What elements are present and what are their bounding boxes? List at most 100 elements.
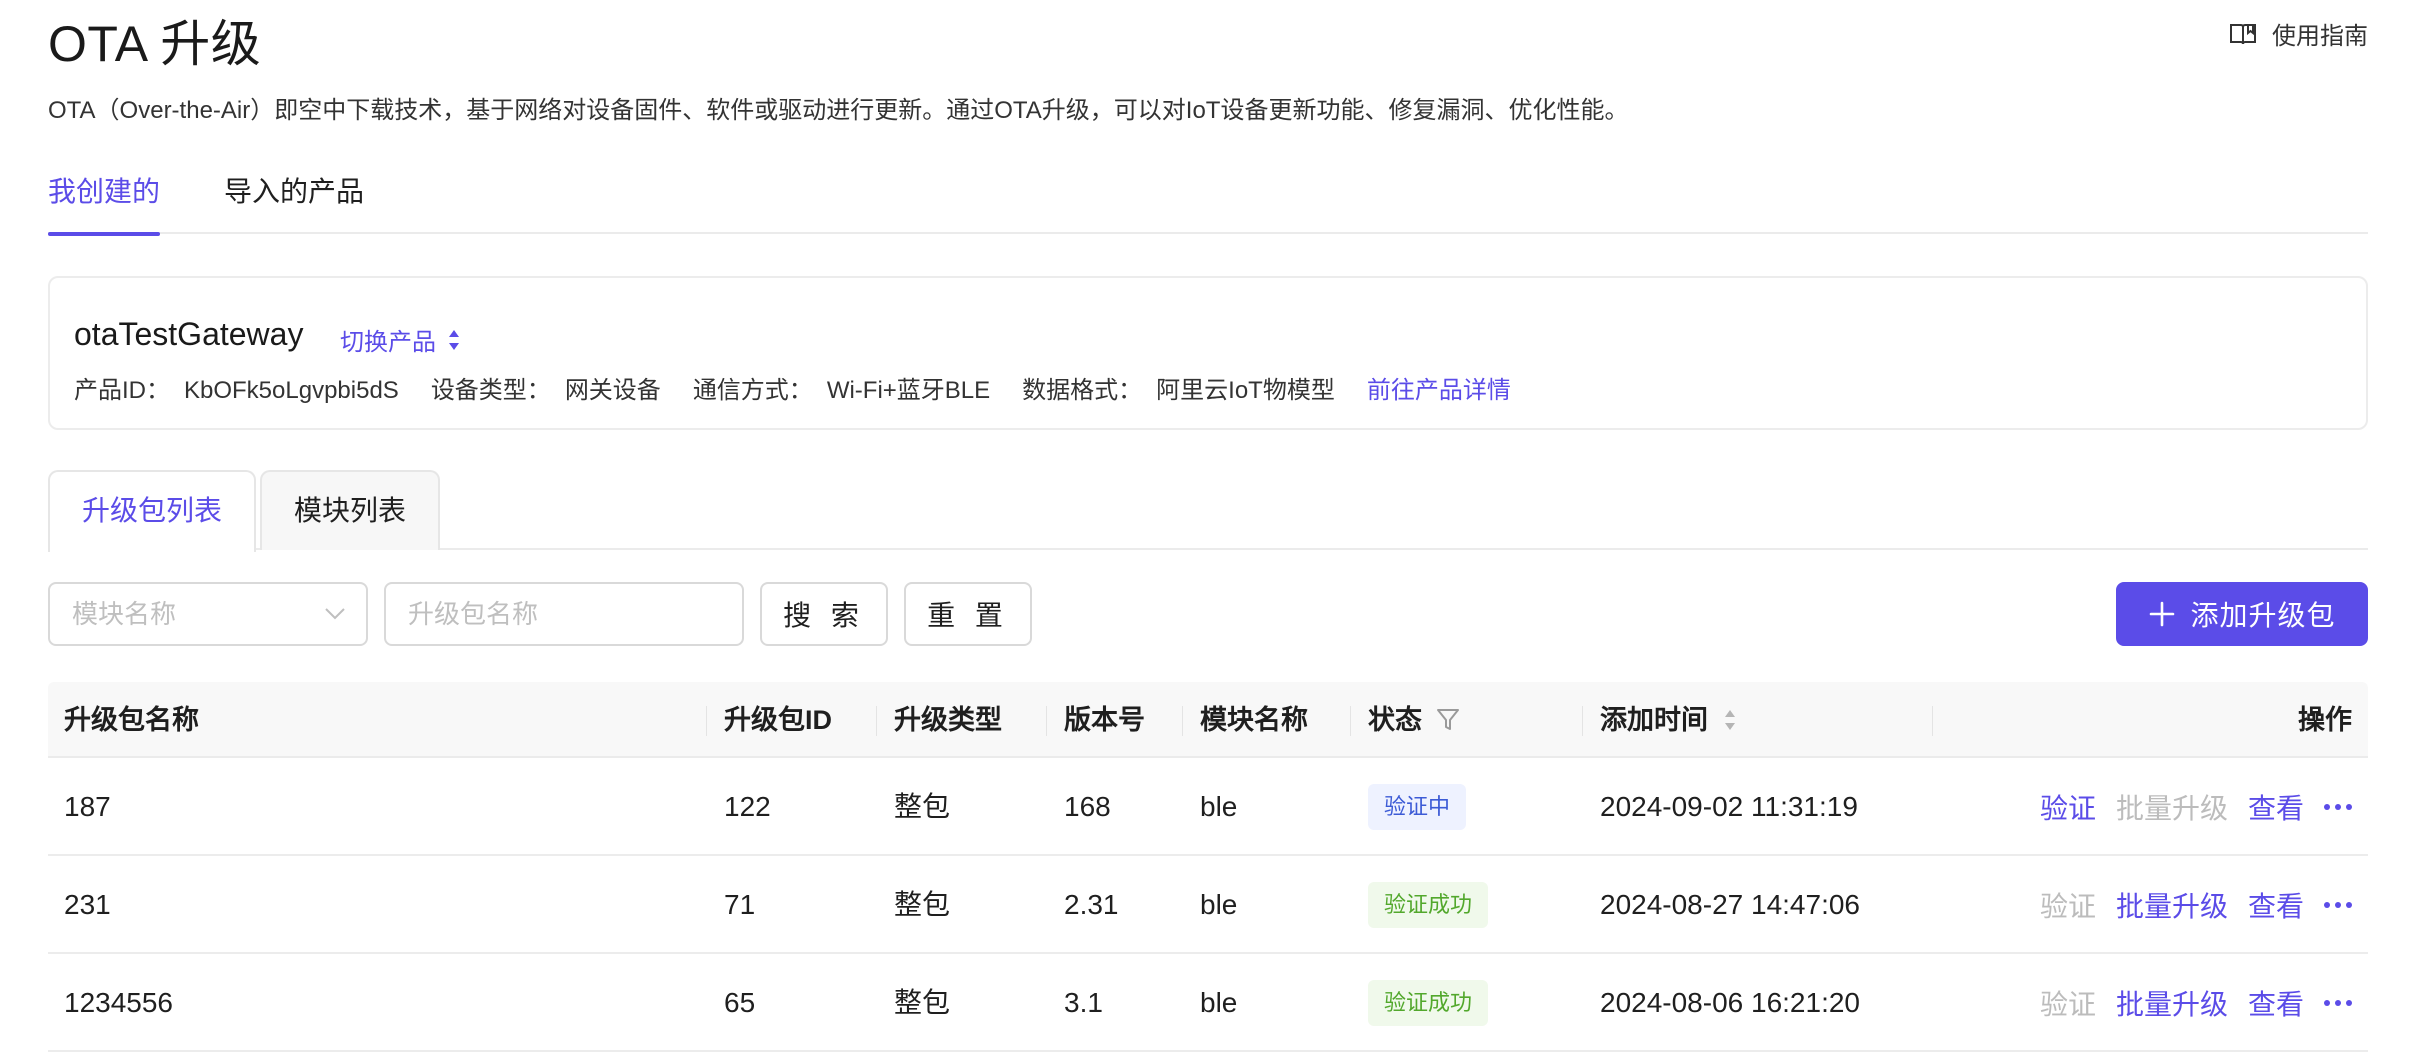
tab-imported-products-label: 导入的产品 (224, 176, 365, 207)
add-package-label: 添加升级包 (2190, 600, 2336, 631)
package-name-input[interactable] (384, 582, 744, 646)
plus-icon (2150, 601, 2175, 627)
view-button[interactable]: 查看 (2248, 787, 2304, 827)
device-type-value: 网关设备 (564, 377, 661, 404)
product-name: otaTestGateway (74, 316, 304, 352)
verify-button: 验证 (2039, 891, 2096, 922)
batch-upgrade-button: 批量升级 (2115, 793, 2228, 824)
switch-product-button[interactable]: 切换产品 (340, 322, 462, 357)
cell-upgrade-type: 整包 (894, 889, 951, 920)
ota-upgrade-page: OTA 升级 使用指南 OTA（Over-the-Air）即空中下载技术，基于网… (48, 0, 2368, 1062)
more-icon[interactable] (2324, 1000, 2352, 1006)
device-type: 设备类型： 网关设备 (431, 370, 661, 405)
batch-upgrade-button[interactable]: 批量升级 (2116, 885, 2228, 925)
col-upgrade-type: 升级类型 (876, 682, 1002, 758)
data-format: 数据格式： 阿里云IoT物模型 (1022, 370, 1335, 405)
batch-upgrade-button[interactable]: 批量升级 (2116, 983, 2228, 1023)
col-add-time-label: 添加时间 (1600, 705, 1708, 735)
status-badge: 验证成功 (1368, 882, 1489, 928)
cell-module-name: ble (1200, 987, 1238, 1018)
product-id-value: KbOFk5oLgvpbi5dS (184, 377, 399, 404)
col-version: 版本号 (1046, 682, 1145, 758)
col-actions: 操作 (1932, 682, 2352, 758)
book-icon (2230, 23, 2256, 44)
cell-package-id: 122 (724, 791, 771, 822)
status-badge: 验证成功 (1368, 980, 1489, 1026)
comm-method-label: 通信方式： (692, 377, 813, 404)
tab-module-list[interactable]: 模块列表 (260, 470, 441, 550)
sort-icon[interactable] (1722, 706, 1738, 734)
view-button[interactable]: 查看 (2248, 885, 2304, 925)
cell-version: 2.31 (1064, 889, 1119, 920)
comm-method: 通信方式： Wi-Fi+蓝牙BLE (693, 370, 990, 405)
product-info-card: otaTestGateway 切换产品 产品ID： KbOFk5oLgvpbi5d… (48, 276, 2368, 430)
cell-upgrade-type: 整包 (894, 987, 951, 1018)
device-type-label: 设备类型： (430, 377, 551, 404)
cell-module-name: ble (1200, 791, 1238, 822)
row-actions: 验证 批量升级 查看 (2020, 954, 2352, 1052)
search-button[interactable]: 搜 索 (760, 582, 888, 646)
page-title: OTA 升级 (48, 16, 262, 72)
tab-imported-products[interactable]: 导入的产品 (224, 170, 364, 210)
more-icon[interactable] (2324, 902, 2352, 908)
more-icon[interactable] (2324, 804, 2352, 810)
module-select-placeholder: 模块名称 (72, 599, 177, 629)
col-add-time: 添加时间 (1582, 682, 1738, 758)
col-module-name: 模块名称 (1182, 682, 1308, 758)
package-table: 升级包名称 升级包ID 升级类型 版本号 模块名称 状态 添加时间 操作 187… (48, 682, 2368, 1052)
col-module-name-label: 模块名称 (1200, 705, 1308, 735)
verify-button[interactable]: 验证 (2040, 787, 2096, 827)
cell-package-id: 65 (724, 987, 756, 1018)
col-package-name: 升级包名称 (64, 705, 199, 735)
data-format-value: 阿里云IoT物模型 (1156, 377, 1335, 404)
product-meta: 产品ID： KbOFk5oLgvpbi5dS 设备类型： 网关设备 通信方式： Wi-… (74, 370, 1543, 405)
main-tabs: 我创建的 导入的产品 (48, 160, 2368, 236)
usage-guide-link[interactable]: 使用指南 (2228, 16, 2368, 51)
col-status: 状态 (1350, 682, 1460, 758)
col-package-id-label: 升级包ID (724, 705, 832, 735)
row-actions: 验证 批量升级 查看 (2020, 758, 2352, 856)
table-row: 1234556 65 整包 3.1 ble 验证成功 2024-08-06 16… (48, 954, 2368, 1052)
cell-package-name: 231 (64, 889, 111, 920)
comm-method-value: Wi-Fi+蓝牙BLE (826, 377, 991, 404)
product-id-label: 产品ID： (74, 377, 170, 404)
tab-package-list[interactable]: 升级包列表 (48, 470, 257, 552)
col-version-label: 版本号 (1064, 705, 1145, 735)
cell-add-time: 2024-08-06 16:21:20 (1600, 987, 1860, 1018)
usage-guide-label: 使用指南 (2272, 23, 2368, 50)
add-package-button[interactable]: 添加升级包 (2116, 582, 2368, 646)
product-id: 产品ID： KbOFk5oLgvpbi5dS (74, 370, 399, 405)
cell-version: 168 (1064, 791, 1111, 822)
sort-updown-icon (449, 329, 459, 350)
switch-product-label: 切换产品 (340, 329, 436, 356)
col-upgrade-type-label: 升级类型 (894, 705, 1002, 735)
chevron-down-icon (325, 608, 345, 620)
sub-tabs: 升级包列表 模块列表 (48, 470, 2368, 552)
col-actions-label: 操作 (2298, 705, 2352, 735)
reset-button[interactable]: 重 置 (904, 582, 1032, 646)
table-header: 升级包名称 升级包ID 升级类型 版本号 模块名称 状态 添加时间 操作 (48, 682, 2368, 758)
status-badge: 验证中 (1368, 784, 1467, 830)
tab-my-created-label: 我创建的 (48, 176, 161, 207)
view-button[interactable]: 查看 (2248, 983, 2304, 1023)
filter-icon[interactable] (1436, 707, 1460, 733)
tab-my-created[interactable]: 我创建的 (48, 170, 161, 236)
product-detail-link[interactable]: 前往产品详情 (1367, 370, 1511, 405)
cell-module-name: ble (1200, 889, 1238, 920)
table-row: 187 122 整包 168 ble 验证中 2024-09-02 11:31:… (48, 758, 2368, 856)
data-format-label: 数据格式： (1022, 377, 1143, 404)
verify-button: 验证 (2039, 989, 2096, 1020)
page-description: OTA（Over-the-Air）即空中下载技术，基于网络对设备固件、软件或驱动… (48, 97, 1629, 124)
col-status-label: 状态 (1368, 705, 1422, 735)
table-row: 231 71 整包 2.31 ble 验证成功 2024-08-27 14:47… (48, 856, 2368, 954)
filter-bar: 模块名称 搜 索 重 置 添加升级包 (48, 582, 2368, 646)
row-actions: 验证 批量升级 查看 (2020, 856, 2352, 954)
cell-add-time: 2024-08-27 14:47:06 (1600, 889, 1860, 920)
cell-add-time: 2024-09-02 11:31:19 (1600, 791, 1858, 822)
cell-upgrade-type: 整包 (894, 791, 951, 822)
cell-package-name: 1234556 (64, 987, 174, 1018)
cell-version: 3.1 (1064, 987, 1103, 1018)
module-name-select[interactable]: 模块名称 (48, 582, 368, 646)
col-package-id: 升级包ID (706, 682, 832, 758)
cell-package-name: 187 (64, 791, 111, 822)
